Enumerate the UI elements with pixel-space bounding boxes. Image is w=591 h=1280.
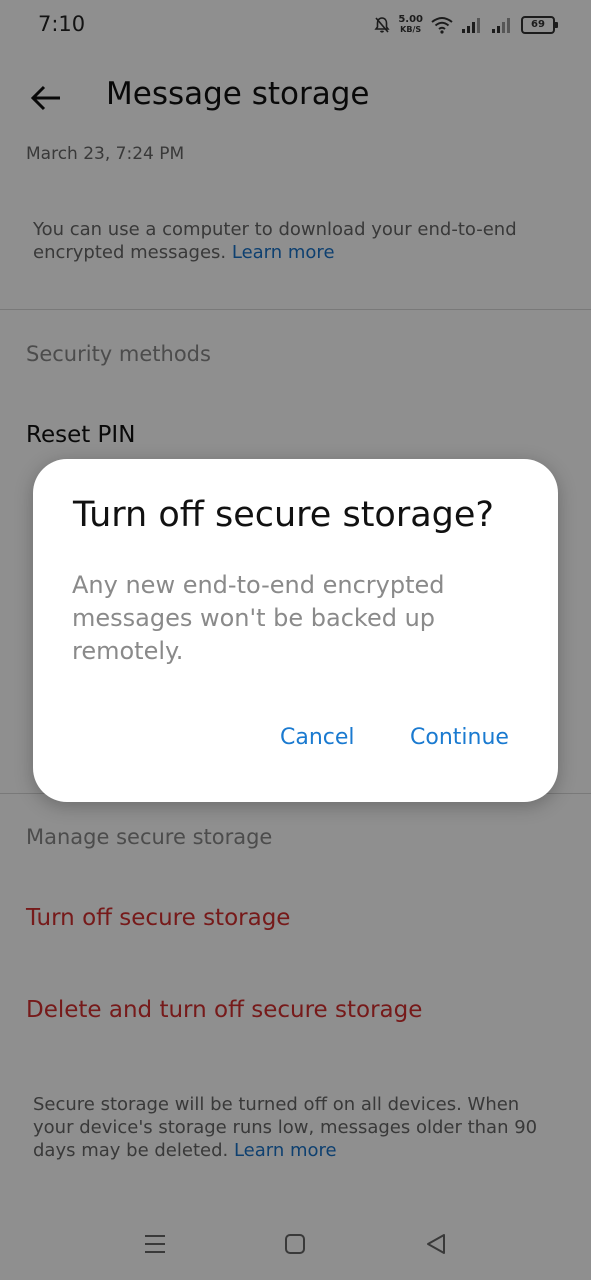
continue-button[interactable]: Continue xyxy=(410,725,509,750)
cancel-button[interactable]: Cancel xyxy=(280,725,355,750)
dialog-message: Any new end-to-end encrypted messages wo… xyxy=(72,571,445,665)
message-storage-screen: 7:10 5.00 KB/S 69 Message storage March … xyxy=(0,0,591,1280)
dialog-title: Turn off secure storage? xyxy=(73,495,494,535)
confirm-dialog: Turn off secure storage? Any new end-to-… xyxy=(33,459,558,802)
